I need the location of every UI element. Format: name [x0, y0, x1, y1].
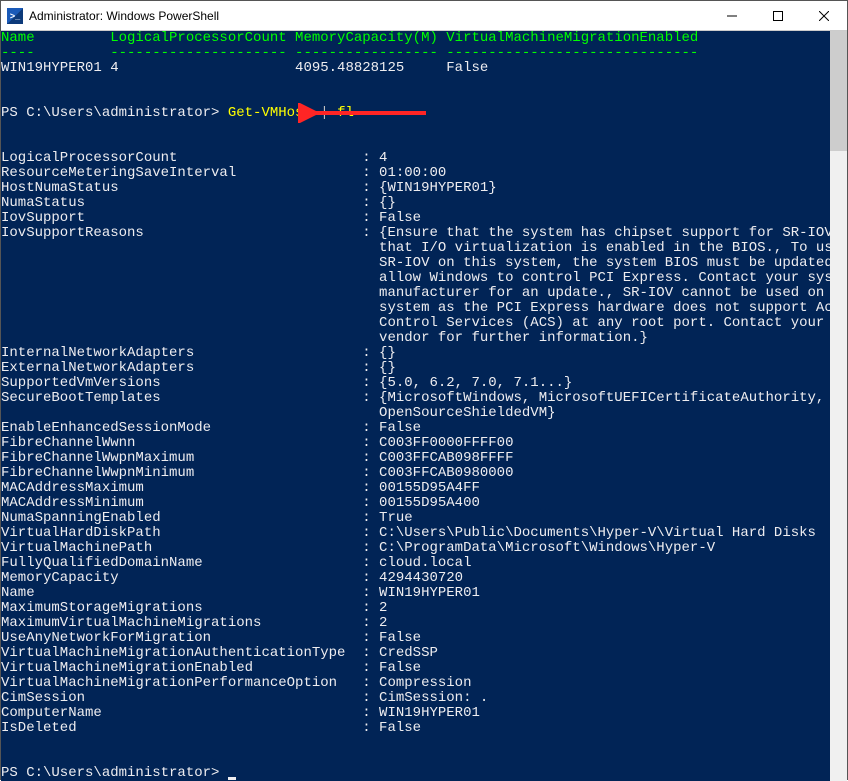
- property-line: MaximumVirtualMachineMigrations : 2: [1, 615, 387, 631]
- maximize-button[interactable]: [755, 1, 801, 31]
- property-line: FibreChannelWwpnMaximum : C003FFCAB098FF…: [1, 450, 513, 466]
- prompt-line-1: PS C:\Users\administrator> Get-VMHost | …: [1, 105, 354, 121]
- property-line: VirtualHardDiskPath : C:\Users\Public\Do…: [1, 525, 816, 541]
- cmd-fl: fl: [337, 105, 354, 121]
- property-line: NumaSpanningEnabled : True: [1, 510, 413, 526]
- prompt-path: PS C:\Users\administrator>: [1, 105, 228, 121]
- property-line: InternalNetworkAdapters : {}: [1, 345, 396, 361]
- prompt-line-2: PS C:\Users\administrator>: [1, 765, 236, 781]
- window-title: Administrator: Windows PowerShell: [29, 9, 709, 23]
- property-line: VirtualMachineMigrationPerformanceOption…: [1, 675, 471, 691]
- property-line: NumaStatus : {}: [1, 195, 396, 211]
- property-continuation: OpenSourceShieldedVM}: [1, 405, 556, 421]
- property-line: ExternalNetworkAdapters : {}: [1, 360, 396, 376]
- property-line: MemoryCapacity : 4294430720: [1, 570, 463, 586]
- property-line: CimSession : CimSession: .: [1, 690, 488, 706]
- minimize-button[interactable]: [709, 1, 755, 31]
- scrollbar[interactable]: [830, 31, 847, 781]
- property-line: Name : WIN19HYPER01: [1, 585, 480, 601]
- window-controls: [709, 1, 847, 31]
- property-continuation: manufacturer for an update., SR-IOV cann…: [1, 285, 830, 301]
- property-line: ComputerName : WIN19HYPER01: [1, 705, 480, 721]
- property-line: VirtualMachineMigrationAuthenticationTyp…: [1, 645, 438, 661]
- property-continuation: allow Windows to control PCI Express. Co…: [1, 270, 830, 286]
- cmd-pipe: |: [312, 105, 337, 121]
- terminal-container: Name LogicalProcessorCount MemoryCapacit…: [1, 31, 847, 781]
- property-line: FibreChannelWwnn : C003FF0000FFFF00: [1, 435, 513, 451]
- property-continuation: SR-IOV on this system, the system BIOS m…: [1, 255, 830, 271]
- property-continuation: system as the PCI Express hardware does …: [1, 300, 830, 316]
- table-row: WIN19HYPER01 4 4095.48828125 False: [1, 60, 488, 76]
- property-line: MACAddressMaximum : 00155D95A4FF: [1, 480, 480, 496]
- property-line: FullyQualifiedDomainName : cloud.local: [1, 555, 471, 571]
- property-line: SupportedVmVersions : {5.0, 6.2, 7.0, 7.…: [1, 375, 572, 391]
- property-line: UseAnyNetworkForMigration : False: [1, 630, 421, 646]
- property-line: LogicalProcessorCount : 4: [1, 150, 387, 166]
- property-line: IovSupport : False: [1, 210, 421, 226]
- property-line: VirtualMachinePath : C:\ProgramData\Micr…: [1, 540, 715, 556]
- powershell-window: >_ Administrator: Windows PowerShell Nam…: [0, 0, 848, 780]
- property-line: IovSupportReasons : {Ensure that the sys…: [1, 225, 830, 241]
- prompt-path-2: PS C:\Users\administrator>: [1, 765, 228, 781]
- property-line: EnableEnhancedSessionMode : False: [1, 420, 421, 436]
- table-divider: ---- --------------------- -------------…: [1, 45, 698, 61]
- property-continuation: Control Services (ACS) at any root port.…: [1, 315, 830, 331]
- terminal[interactable]: Name LogicalProcessorCount MemoryCapacit…: [1, 31, 830, 781]
- property-line: HostNumaStatus : {WIN19HYPER01}: [1, 180, 497, 196]
- powershell-icon: >_: [7, 8, 23, 24]
- property-continuation: that I/O virtualization is enabled in th…: [1, 240, 830, 256]
- cmd-get-vmhost: Get-VMHost: [228, 105, 312, 121]
- property-continuation: vendor for further information.}: [1, 330, 648, 346]
- table-header: Name LogicalProcessorCount MemoryCapacit…: [1, 31, 698, 46]
- property-line: MACAddressMinimum : 00155D95A400: [1, 495, 480, 511]
- scrollbar-thumb[interactable]: [830, 31, 847, 151]
- property-line: ResourceMeteringSaveInterval : 01:00:00: [1, 165, 446, 181]
- property-line: FibreChannelWwpnMinimum : C003FFCAB09800…: [1, 465, 513, 481]
- property-line: MaximumStorageMigrations : 2: [1, 600, 387, 616]
- property-line: SecureBootTemplates : {MicrosoftWindows,…: [1, 390, 824, 406]
- property-line: IsDeleted : False: [1, 720, 421, 736]
- titlebar[interactable]: >_ Administrator: Windows PowerShell: [1, 1, 847, 31]
- close-button[interactable]: [801, 1, 847, 31]
- property-line: VirtualMachineMigrationEnabled : False: [1, 660, 421, 676]
